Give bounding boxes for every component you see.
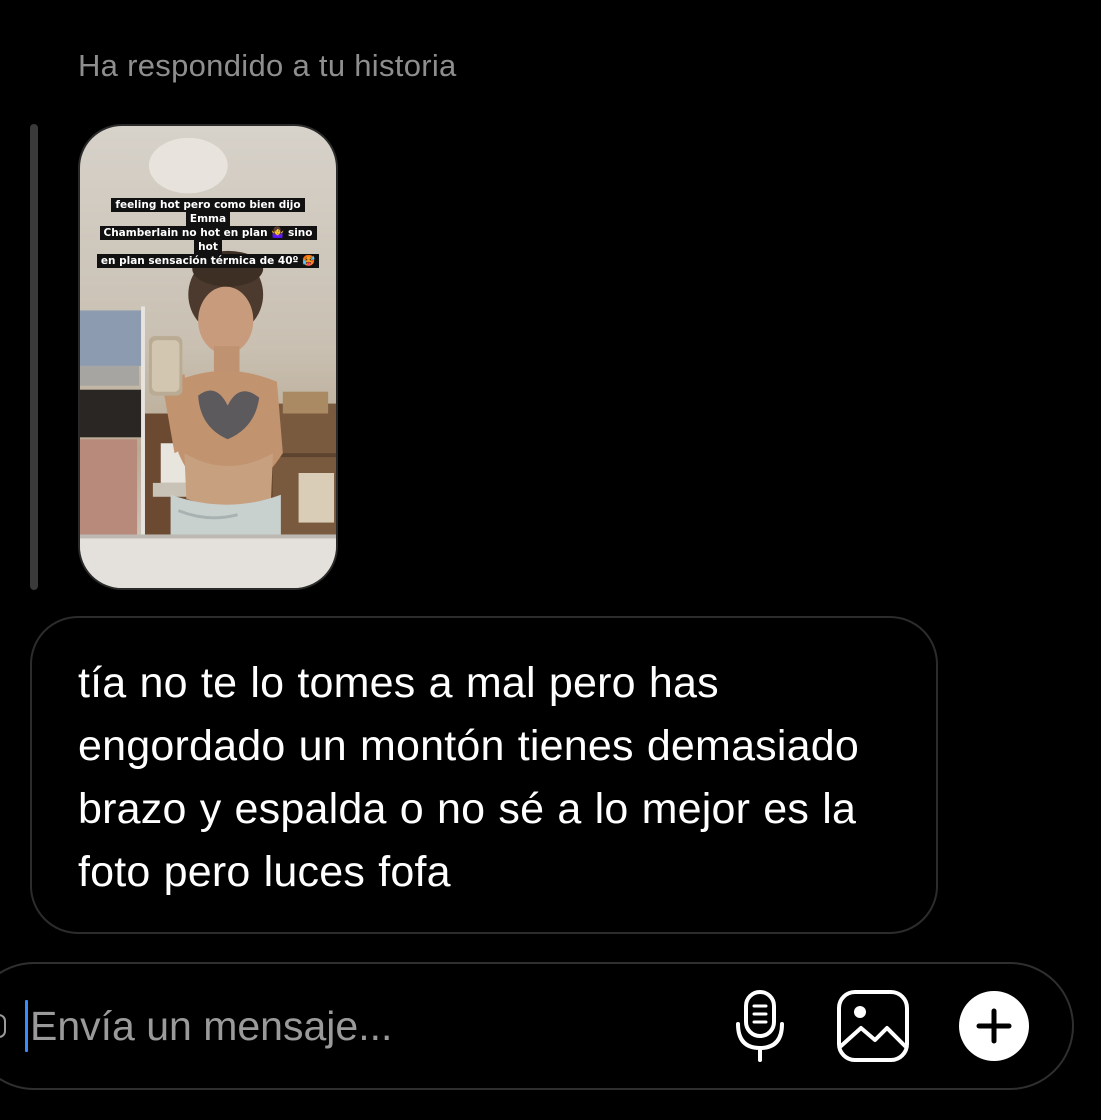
story-photo bbox=[80, 137, 336, 588]
message-bubble[interactable]: tía no te lo tomes a mal pero has engord… bbox=[30, 616, 938, 934]
image-gallery-icon bbox=[837, 990, 909, 1062]
add-button[interactable] bbox=[956, 988, 1032, 1064]
reply-caption: Ha respondido a tu historia bbox=[78, 48, 457, 83]
story-caption-line-2: Chamberlain no hot en plan 🤷‍♀️ sino hot bbox=[99, 226, 317, 254]
story-thumbnail[interactable]: feeling hot pero como bien dijo Emma Cha… bbox=[78, 124, 338, 590]
gallery-button[interactable] bbox=[835, 988, 911, 1064]
microphone-button[interactable] bbox=[722, 988, 798, 1064]
composer-left-edge-icon[interactable] bbox=[0, 1014, 6, 1038]
text-caret bbox=[25, 1000, 28, 1052]
microphone-icon bbox=[736, 990, 784, 1062]
story-caption-line-3: en plan sensación térmica de 40º 🥵 bbox=[96, 254, 320, 268]
story-caption-line-1: feeling hot pero como bien dijo Emma bbox=[111, 198, 305, 226]
plus-circle-icon bbox=[959, 991, 1029, 1061]
message-text: tía no te lo tomes a mal pero has engord… bbox=[78, 659, 859, 896]
message-input[interactable] bbox=[30, 996, 710, 1056]
story-caption: feeling hot pero como bien dijo Emma Cha… bbox=[94, 198, 322, 268]
reply-indicator-bar bbox=[30, 124, 38, 590]
